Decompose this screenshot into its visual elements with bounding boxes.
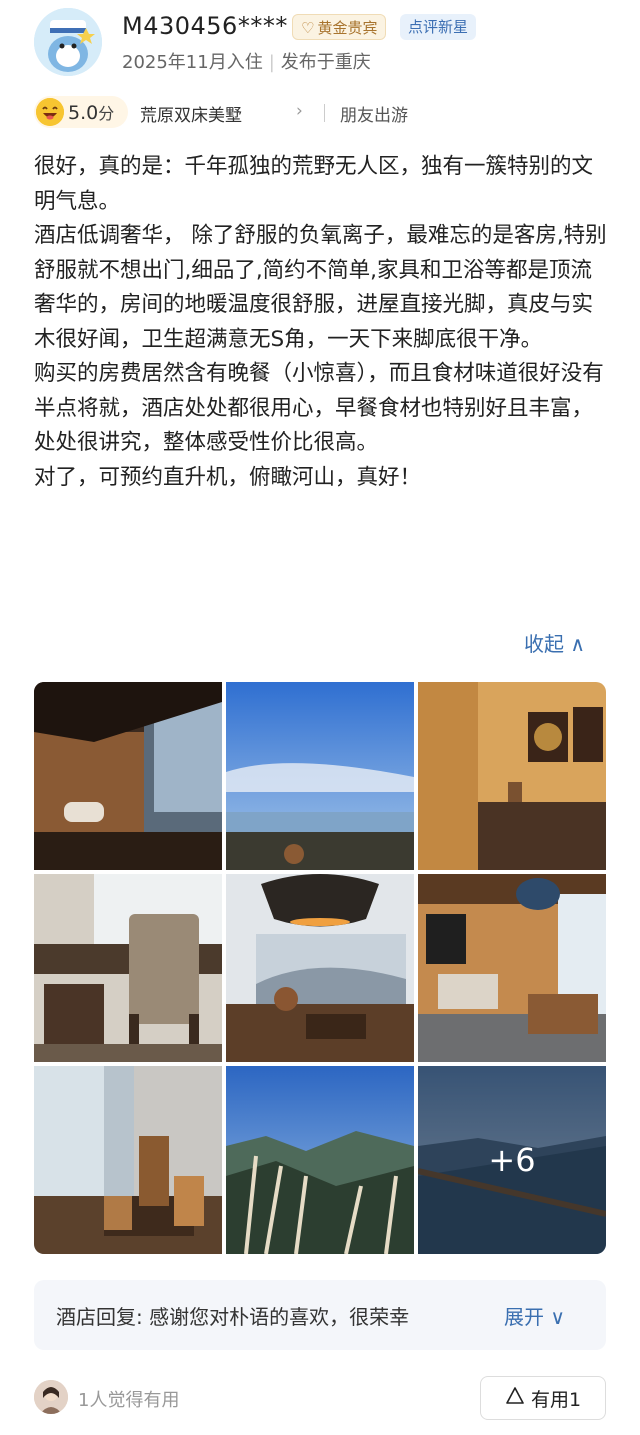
review-paragraph: 很好，真的是：千年孤独的荒野无人区，独有一簇特别的文明气息。	[34, 154, 594, 214]
hotel-reply[interactable]: 酒店回复: 感谢您对朴语的喜欢，很荣幸 展开 ∨	[34, 1280, 606, 1350]
thumbs-up-icon	[505, 1386, 525, 1411]
user-avatar[interactable]	[34, 8, 102, 76]
review-paragraph: 对了，可预约直升机，俯瞰河山，真好！	[34, 464, 422, 490]
photo-thumbnail[interactable]	[418, 682, 606, 870]
rating-score-unit: 分	[98, 104, 115, 123]
photo-thumbnail[interactable]	[418, 874, 606, 1062]
rating-score-value: 5.0	[68, 102, 99, 124]
more-photos-count[interactable]: +6	[418, 1066, 606, 1254]
username[interactable]: M430456****	[122, 12, 288, 40]
review-footer: 1人觉得有用 有用1	[34, 1376, 606, 1420]
helpful-count: 1人觉得有用	[78, 1390, 180, 1411]
rating-pill: 5.0分	[34, 96, 128, 128]
trip-type: 朋友出游	[340, 106, 408, 126]
stay-date: 2025年11月入住	[122, 52, 263, 73]
posted-location: 发布于重庆	[280, 52, 371, 73]
hotel-reply-text: 酒店回复: 感谢您对朴语的喜欢，很荣幸	[56, 1305, 410, 1329]
rating-divider	[324, 104, 325, 122]
photo-thumbnail[interactable]	[226, 682, 414, 870]
room-type-link[interactable]: 荒原双床美墅	[140, 101, 242, 126]
helpful-user-avatar	[34, 1380, 68, 1414]
review-header: M430456**** ♡ 黄金贵宾 点评新星 2025年11月入住 | 发布于重庆	[34, 8, 614, 78]
rating-score: 5.0分	[68, 100, 114, 124]
meta-divider: |	[268, 52, 275, 73]
expand-button[interactable]: 展开 ∨	[504, 1301, 565, 1330]
review-meta: 2025年11月入住 | 发布于重庆	[122, 48, 371, 74]
rating-row: 5.0分 荒原双床美墅 › 朋友出游	[34, 96, 614, 130]
review-paragraph: 购买的房费居然含有晚餐（小惊喜），而且食材味道很好没有半点将就，酒店处处都很用心…	[34, 361, 604, 455]
reply-fade	[454, 1294, 506, 1334]
photo-thumbnail[interactable]	[226, 874, 414, 1062]
photo-thumbnail[interactable]: +6	[418, 1066, 606, 1254]
useful-label: 有用1	[530, 1388, 582, 1411]
smiley-icon	[36, 98, 64, 126]
useful-button[interactable]: 有用1	[480, 1376, 606, 1420]
chevron-right-icon[interactable]: ›	[296, 101, 303, 121]
diamond-icon: ♡	[301, 19, 315, 37]
photo-thumbnail[interactable]	[34, 682, 222, 870]
review-text: 很好，真的是：千年孤独的荒野无人区，独有一簇特别的文明气息。 酒店低调奢华， 除…	[34, 150, 610, 495]
collapse-button[interactable]: 收起 ∧	[524, 628, 585, 657]
photo-grid: +6	[34, 682, 606, 1254]
member-badge-label: 黄金贵宾	[317, 19, 378, 37]
photo-thumbnail[interactable]	[34, 1066, 222, 1254]
review-paragraph: 酒店低调奢华， 除了舒服的负氧离子，最难忘的是客房,特别舒服就不想出门,细品了,…	[34, 223, 607, 352]
photo-thumbnail[interactable]	[226, 1066, 414, 1254]
reviewer-badge: 点评新星	[400, 14, 477, 40]
member-badge: ♡ 黄金贵宾	[292, 14, 387, 40]
photo-thumbnail[interactable]	[34, 874, 222, 1062]
